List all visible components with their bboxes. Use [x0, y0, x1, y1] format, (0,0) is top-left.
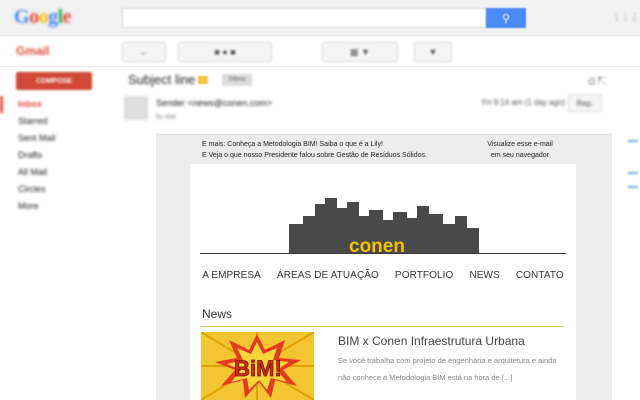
article-image[interactable]: BiM! [201, 332, 314, 400]
menu-item-news[interactable]: NEWS [469, 270, 499, 281]
search-input[interactable] [122, 8, 486, 28]
search-icon: ⚲ [501, 12, 511, 25]
move-label-buttons[interactable]: ▦ ▼ [322, 42, 398, 62]
conen-logo[interactable]: conen [289, 198, 479, 254]
back-button[interactable]: ← [122, 42, 166, 62]
sidebar-item-starred[interactable]: Starred [0, 113, 110, 130]
sidebar-item-drafts[interactable]: Drafts [0, 147, 110, 164]
sidebar-item-all-mail[interactable]: All Mail [0, 164, 110, 181]
sidebar-item-sent[interactable]: Sent Mail [0, 130, 110, 147]
article-title[interactable]: BIM x Conen Infraestrutura Urbana [338, 334, 525, 348]
section-title: News [202, 307, 233, 321]
view-in-browser-link[interactable]: Visualize esse e-mail em seu navegador [472, 139, 568, 161]
sidebar-item-more[interactable]: More [0, 198, 110, 215]
sidebar-nav: Inbox Starred Sent Mail Drafts All Mail … [0, 96, 110, 215]
preheader-line: E Veja o que nosso Presidente falou sobr… [202, 152, 427, 159]
menu-item-empresa[interactable]: A EMPRESA [202, 270, 261, 281]
newsletter-menu: A EMPRESA ÁREAS DE ATUAÇÃO PORTFOLIO NEW… [200, 270, 566, 281]
menu-item-portfolio[interactable]: PORTFOLIO [395, 270, 454, 281]
search-button[interactable]: ⚲ [486, 8, 526, 28]
preheader-line: E mais: Conheça a Metodologia BIM! Saiba… [202, 141, 383, 148]
rail-mark [628, 172, 638, 174]
article-image-text: BiM! [234, 356, 282, 381]
reply-button[interactable]: Rep. [568, 94, 602, 112]
google-logo[interactable]: Google [14, 6, 72, 29]
avatar [124, 96, 148, 120]
email-subject: Subject line [128, 72, 196, 87]
menu-item-contato[interactable]: CONTATO [516, 270, 564, 281]
view-in-browser-line: Visualize esse e-mail [487, 141, 553, 148]
compose-button[interactable]: COMPOSE [16, 72, 92, 90]
toolbar-divider [0, 66, 640, 67]
gmail-menu-label[interactable]: Gmail [16, 44, 49, 58]
apps-icon[interactable]: ⋮⋮⋮ [612, 12, 639, 23]
email-date: Fri 9:14 am (1 day ago) [482, 98, 566, 107]
sender-name[interactable]: Sender <news@conen.com> [156, 98, 272, 108]
preheader-teaser: E mais: Conheça a Metodologia BIM! Saiba… [202, 139, 462, 161]
section-divider [200, 326, 564, 327]
view-in-browser-line: em seu navegador [491, 152, 549, 159]
brand-wordmark: conen [349, 236, 405, 254]
archive-spam-delete-buttons[interactable]: ■ ● ■ [178, 42, 272, 62]
rail-mark [628, 186, 638, 188]
recipient-line[interactable]: to me [156, 112, 176, 121]
article-excerpt: Se você trabalha com projeto de engenhar… [338, 356, 557, 382]
newsletter-card: conen A EMPRESA ÁREAS DE ATUAÇÃO PORTFOL… [190, 164, 576, 400]
more-button[interactable]: ▼ [414, 42, 452, 62]
print-icon[interactable]: ⎙ ⇱ [588, 76, 606, 87]
rail-mark [628, 140, 638, 142]
right-rail [628, 96, 640, 400]
important-marker-icon[interactable] [198, 76, 208, 84]
sidebar-item-inbox[interactable]: Inbox [0, 96, 110, 113]
header-divider [200, 253, 566, 254]
inbox-label-badge[interactable]: Inbox [222, 74, 252, 86]
menu-item-areas[interactable]: ÁREAS DE ATUAÇÃO [277, 270, 379, 281]
top-bar: Google ⚲ ⋮⋮⋮ [0, 0, 640, 36]
sidebar-item-circles[interactable]: Circles [0, 181, 110, 198]
